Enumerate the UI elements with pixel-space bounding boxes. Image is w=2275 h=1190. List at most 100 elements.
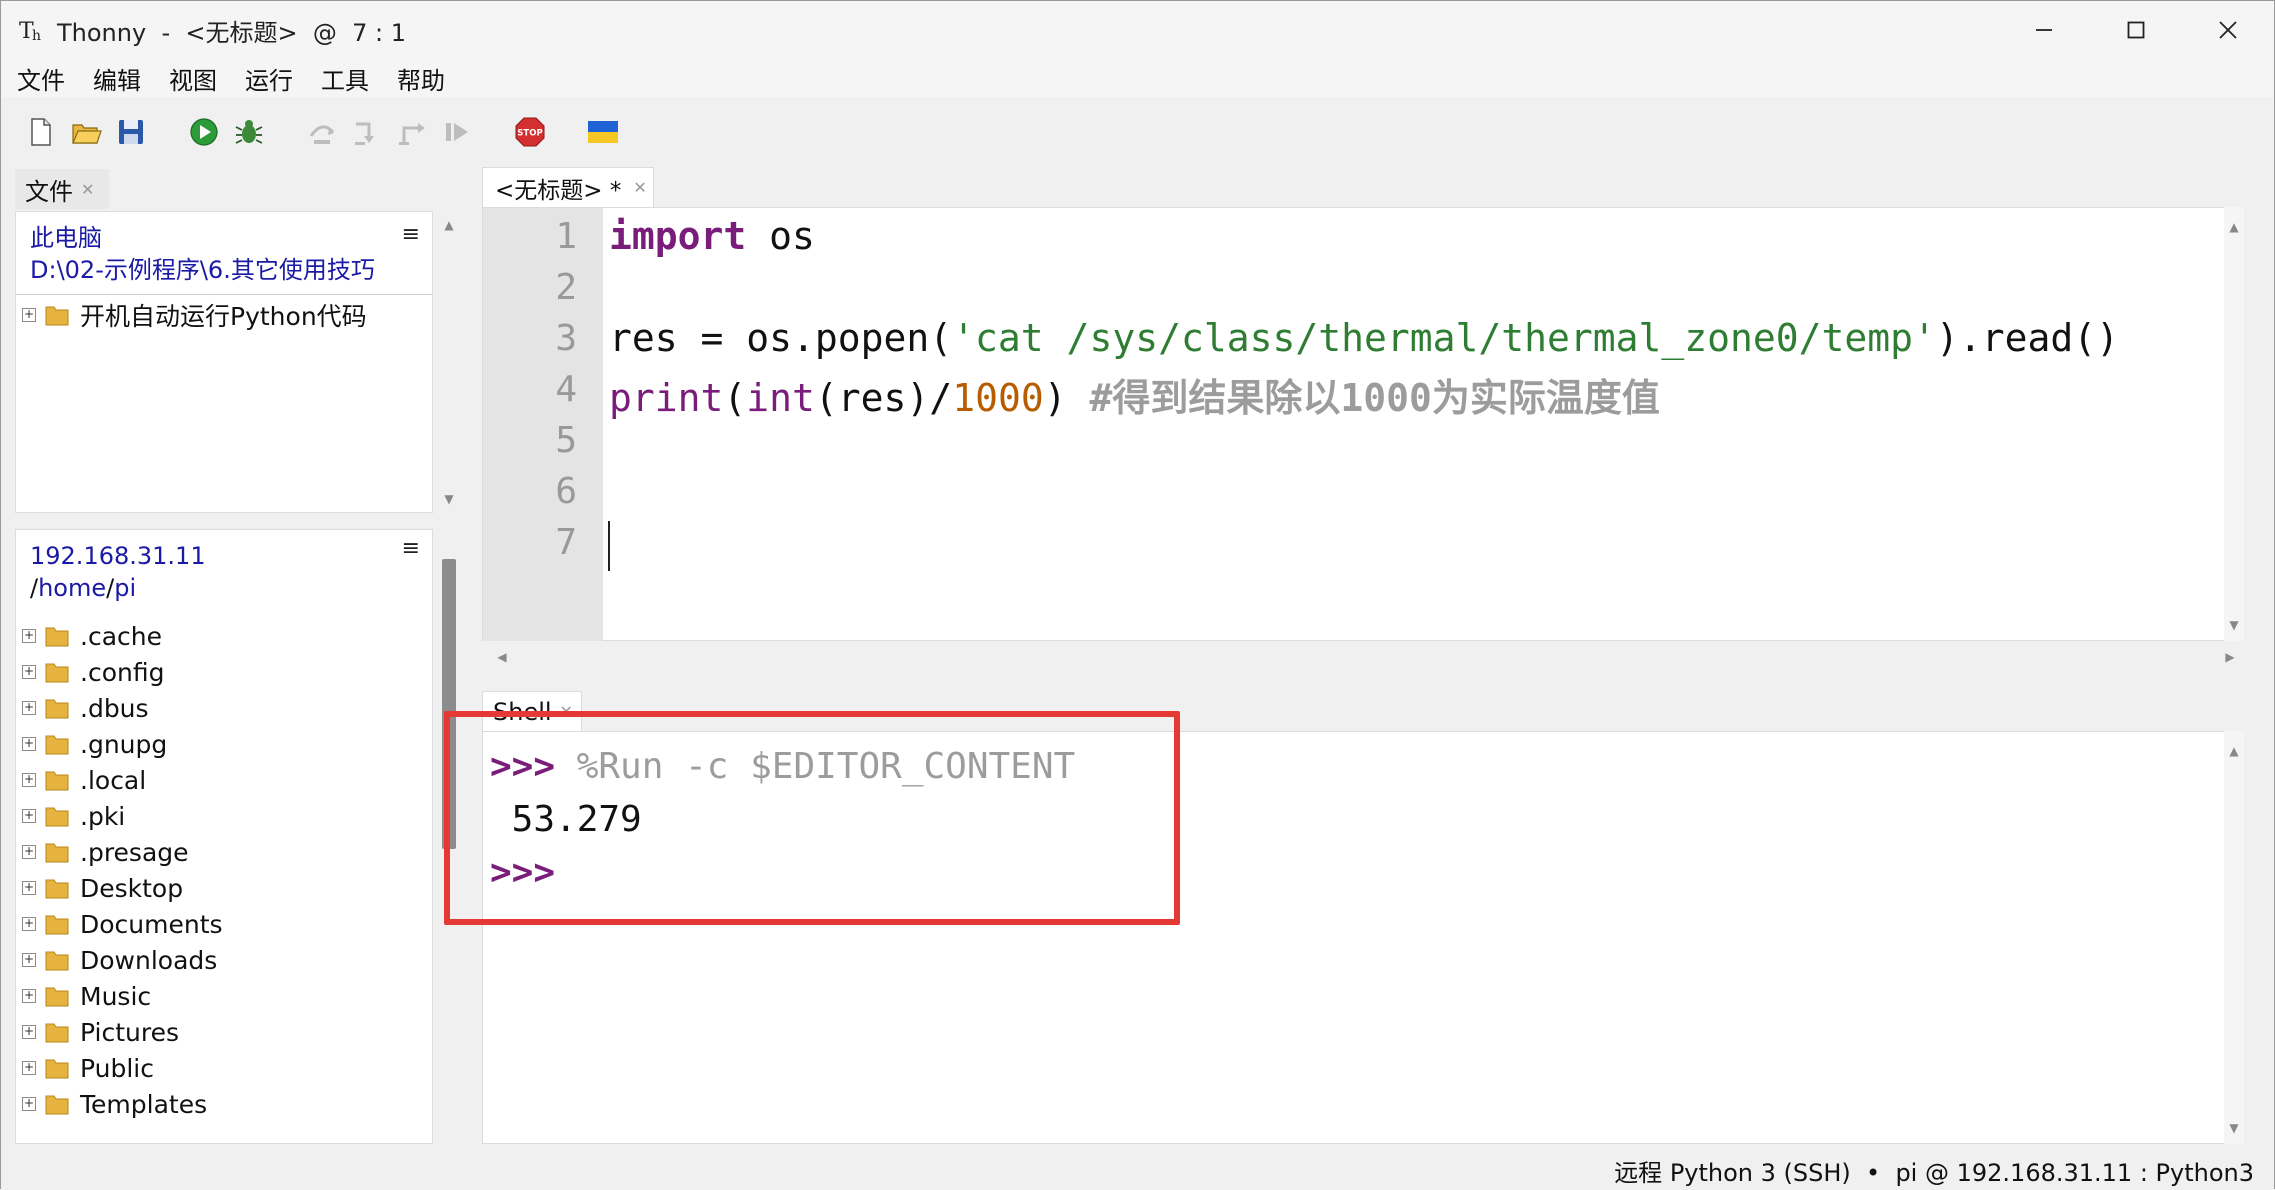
tree-item[interactable]: + Templates: [16, 1086, 207, 1122]
folder-icon: [45, 1059, 69, 1079]
window-title: Thonny - <无标题> @ 7 : 1: [57, 18, 406, 47]
folder-icon: [45, 735, 69, 755]
minimize-icon: [2036, 29, 2052, 31]
close-tab-icon[interactable]: ✕: [81, 180, 94, 199]
tree-item[interactable]: + Downloads: [16, 942, 217, 978]
expand-icon[interactable]: +: [22, 629, 36, 643]
code-editor[interactable]: 1 2 3 4 5 6 7 import os res = os.popen('…: [482, 207, 2244, 642]
resume-button[interactable]: [439, 114, 475, 150]
scroll-right-icon[interactable]: ▶: [2220, 647, 2240, 667]
expand-icon[interactable]: +: [22, 665, 36, 679]
scroll-down-icon[interactable]: ▼: [2224, 615, 2244, 635]
tree-item[interactable]: + .presage: [16, 834, 189, 870]
tree-item[interactable]: + 开机自动运行Python代码: [16, 297, 367, 333]
expand-icon[interactable]: +: [22, 1025, 36, 1039]
interpreter-status[interactable]: 远程 Python 3 (SSH) • pi @ 192.168.31.11 :…: [1614, 1153, 2254, 1188]
local-path-line2[interactable]: D:\02-示例程序\6.其它使用技巧: [16, 254, 432, 286]
menu-file[interactable]: 文件: [15, 59, 67, 98]
tree-item-label: .presage: [80, 837, 189, 867]
save-button[interactable]: [113, 114, 149, 150]
tree-item[interactable]: + .dbus: [16, 690, 149, 726]
svg-text:STOP: STOP: [517, 129, 542, 139]
editor-vertical-scrollbar[interactable]: ▲ ▼: [2224, 207, 2244, 641]
ukraine-flag-button[interactable]: [585, 114, 621, 150]
thonny-window: Th Thonny - <无标题> @ 7 : 1 文件 编辑 视图 运行 工具…: [0, 0, 2275, 1190]
expand-icon[interactable]: +: [22, 881, 36, 895]
expand-icon[interactable]: +: [22, 1061, 36, 1075]
remote-host[interactable]: 192.168.31.11: [16, 530, 432, 572]
tree-item[interactable]: + .local: [16, 762, 146, 798]
tree-item[interactable]: + .config: [16, 654, 164, 690]
tree-item[interactable]: + Public: [16, 1050, 154, 1086]
stop-button[interactable]: STOP: [512, 114, 548, 150]
tree-item-label: .config: [80, 657, 165, 687]
tree-item[interactable]: + Documents: [16, 906, 223, 942]
expand-icon[interactable]: +: [22, 737, 36, 751]
step-over-icon: [309, 125, 335, 144]
line-number: 4: [555, 369, 577, 410]
scroll-down-icon[interactable]: ▼: [2224, 1118, 2244, 1138]
expand-icon[interactable]: +: [22, 809, 36, 823]
menu-help[interactable]: 帮助: [395, 59, 447, 98]
run-button[interactable]: [186, 114, 222, 150]
code-text: (res)/: [814, 376, 953, 420]
step-out-button[interactable]: [394, 114, 430, 150]
close-button[interactable]: [2182, 1, 2274, 59]
expand-icon[interactable]: +: [22, 308, 36, 322]
local-files-pane: ≡ 此电脑 D:\02-示例程序\6.其它使用技巧 + 开机自动运行Python…: [15, 211, 433, 513]
path-part-home[interactable]: home: [38, 574, 106, 602]
tree-item[interactable]: + .cache: [16, 618, 162, 654]
expand-icon[interactable]: +: [22, 845, 36, 859]
close-icon: [2219, 21, 2237, 39]
path-part-pi[interactable]: pi: [114, 574, 136, 602]
remote-pane-menu-icon[interactable]: ≡: [402, 536, 420, 561]
expand-icon[interactable]: +: [22, 1097, 36, 1111]
local-path-line1[interactable]: 此电脑: [16, 212, 432, 254]
expand-icon[interactable]: +: [22, 953, 36, 967]
tab-files[interactable]: 文件 ✕: [15, 169, 109, 209]
tree-item[interactable]: + Music: [16, 978, 151, 1014]
scroll-left-icon[interactable]: ◀: [492, 647, 512, 667]
scroll-up-icon[interactable]: ▲: [2224, 741, 2244, 761]
maximize-button[interactable]: [2090, 1, 2182, 59]
local-pane-menu-icon[interactable]: ≡: [402, 222, 420, 247]
expand-icon[interactable]: +: [22, 773, 36, 787]
folder-icon: [45, 951, 69, 971]
tab-untitled[interactable]: <无标题> * ✕: [482, 167, 654, 207]
debug-button[interactable]: [231, 114, 267, 150]
tree-item-label: .pki: [80, 801, 126, 831]
step-into-button[interactable]: [349, 114, 385, 150]
text-cursor: [608, 521, 610, 571]
tree-item-label: Desktop: [80, 873, 184, 903]
menu-tools[interactable]: 工具: [319, 59, 371, 98]
menu-edit[interactable]: 编辑: [91, 59, 143, 98]
new-file-button[interactable]: [23, 114, 59, 150]
tree-item[interactable]: + .gnupg: [16, 726, 167, 762]
toolbar: STOP: [1, 97, 2274, 167]
tree-item[interactable]: + Desktop: [16, 870, 183, 906]
expand-icon[interactable]: +: [22, 701, 36, 715]
close-tab-icon[interactable]: ✕: [633, 178, 646, 197]
thonny-icon: Th: [17, 15, 47, 45]
scroll-up-icon[interactable]: ▲: [439, 215, 459, 235]
shell-scrollbar[interactable]: ▲ ▼: [2224, 731, 2244, 1144]
remote-files-pane: ≡ 192.168.31.11 /home/pi + .cache + .config…: [15, 529, 433, 1144]
menu-view[interactable]: 视图: [167, 59, 219, 98]
expand-icon[interactable]: +: [22, 917, 36, 931]
scroll-up-icon[interactable]: ▲: [2224, 217, 2244, 237]
local-files-scrollbar[interactable]: ▲ ▼: [439, 211, 459, 513]
expand-icon[interactable]: +: [22, 989, 36, 1003]
code-text: ).read(): [1935, 316, 2119, 360]
scroll-down-icon[interactable]: ▼: [439, 489, 459, 509]
minimize-button[interactable]: [1998, 1, 2090, 59]
open-file-button[interactable]: [68, 114, 104, 150]
new-file-icon: [31, 118, 51, 146]
divider: [16, 294, 432, 295]
tree-item[interactable]: + .pki: [16, 798, 125, 834]
folder-icon: [45, 663, 69, 683]
menu-run[interactable]: 运行: [243, 59, 295, 98]
step-over-button[interactable]: [304, 114, 340, 150]
tree-item[interactable]: + Pictures: [16, 1014, 179, 1050]
editor-horizontal-scrollbar[interactable]: ◀ ▶: [482, 641, 2244, 673]
line-number: 7: [555, 522, 577, 563]
